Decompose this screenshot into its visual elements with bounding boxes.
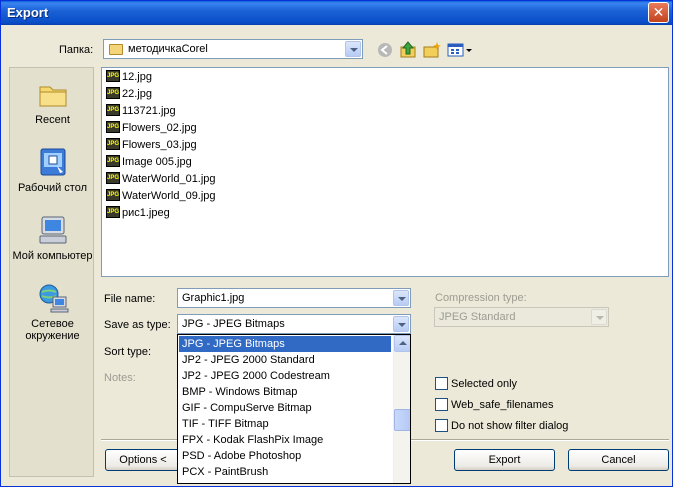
place-desktop[interactable]: Рабочий стол xyxy=(10,146,95,194)
selected-only-checkbox[interactable] xyxy=(435,377,448,390)
sort-type-label: Sort type: xyxy=(104,346,152,358)
list-item[interactable]: JPG Image 005.jpg xyxy=(106,155,192,172)
network-icon xyxy=(37,282,69,314)
place-my-computer[interactable]: Мой компьютер xyxy=(10,214,95,262)
list-item[interactable]: JPG 22.jpg xyxy=(106,87,152,104)
view-menu-icon[interactable] xyxy=(447,41,473,59)
save-as-type-dropdown[interactable]: JPG - JPEG Bitmaps JP2 - JPEG 2000 Stand… xyxy=(177,334,411,484)
selected-only-label: Selected only xyxy=(451,378,518,390)
jpg-file-icon: JPG xyxy=(106,70,120,83)
web-safe-filenames-label: Web_safe_filenames xyxy=(451,399,554,411)
place-recent[interactable]: Recent xyxy=(10,78,95,126)
jpg-file-icon: JPG xyxy=(106,104,120,117)
back-icon[interactable] xyxy=(376,41,396,59)
jpg-file-icon: JPG xyxy=(106,189,120,202)
jpg-file-icon: JPG xyxy=(106,155,120,168)
list-item[interactable]: JPG WaterWorld_09.jpg xyxy=(106,189,216,206)
dropdown-scrollbar[interactable] xyxy=(393,335,410,483)
places-bar: Recent Рабочий стол Мой компьютер Сетево… xyxy=(9,67,94,477)
type-option[interactable]: GIF - CompuServe Bitmap xyxy=(179,400,391,416)
window-title: Export xyxy=(7,5,49,20)
no-filter-dialog-checkbox[interactable] xyxy=(435,419,448,432)
chevron-down-icon[interactable] xyxy=(345,41,361,57)
my-computer-icon xyxy=(37,214,69,246)
save-as-type-value: JPG - JPEG Bitmaps xyxy=(182,318,285,330)
desktop-icon xyxy=(37,146,69,178)
cancel-button[interactable]: Cancel xyxy=(568,449,669,471)
jpg-file-icon: JPG xyxy=(106,138,120,151)
place-label: Сетевое окружение xyxy=(25,318,80,342)
folder-combo[interactable]: методичкаCorel xyxy=(103,39,363,59)
list-item[interactable]: JPG 113721.jpg xyxy=(106,104,176,121)
chevron-down-icon[interactable] xyxy=(393,290,409,306)
save-as-type-select[interactable]: JPG - JPEG Bitmaps xyxy=(177,314,411,334)
place-label: Мой компьютер xyxy=(12,250,93,262)
export-button[interactable]: Export xyxy=(454,449,555,471)
place-label: Recent xyxy=(35,114,70,126)
list-item[interactable]: JPG рис1.jpeg xyxy=(106,206,170,223)
compression-type-label: Compression type: xyxy=(435,292,527,304)
type-option[interactable]: JP2 - JPEG 2000 Standard xyxy=(179,352,391,368)
type-option[interactable]: JP2 - JPEG 2000 Codestream xyxy=(179,368,391,384)
export-dialog: Export ✕ Папка: методичкаCorel Recent Ра… xyxy=(0,0,673,487)
chevron-down-icon xyxy=(591,309,607,325)
type-option[interactable]: TIF - TIFF Bitmap xyxy=(179,416,391,432)
list-item[interactable]: JPG WaterWorld_01.jpg xyxy=(106,172,216,189)
file-name-label: File name: xyxy=(104,293,156,305)
new-folder-icon[interactable] xyxy=(422,41,442,59)
options-button[interactable]: Options < xyxy=(105,449,181,471)
jpg-file-icon: JPG xyxy=(106,206,120,219)
type-option[interactable]: JPG - JPEG Bitmaps xyxy=(179,336,391,352)
no-filter-dialog-label: Do not show filter dialog xyxy=(451,420,569,432)
list-item[interactable]: JPG 12.jpg xyxy=(106,70,152,87)
web-safe-filenames-checkbox[interactable] xyxy=(435,398,448,411)
close-button[interactable]: ✕ xyxy=(648,2,669,23)
compression-type-value: JPEG Standard xyxy=(439,311,516,323)
file-name-value: Graphic1.jpg xyxy=(182,292,245,304)
type-option[interactable]: PSD - Adobe Photoshop xyxy=(179,448,391,464)
type-option[interactable]: BMP - Windows Bitmap xyxy=(179,384,391,400)
list-item[interactable]: JPG Flowers_03.jpg xyxy=(106,138,197,155)
jpg-file-icon: JPG xyxy=(106,121,120,134)
notes-label: Notes: xyxy=(104,372,136,384)
place-label: Рабочий стол xyxy=(17,182,88,194)
title-bar[interactable]: Export ✕ xyxy=(1,1,672,25)
chevron-down-icon[interactable] xyxy=(393,316,409,332)
type-option[interactable]: FPX - Kodak FlashPix Image xyxy=(179,432,391,448)
scroll-up-arrow-icon[interactable] xyxy=(394,335,410,352)
save-as-type-label: Save as type: xyxy=(104,319,171,331)
recent-folder-icon xyxy=(37,78,69,110)
file-name-input[interactable]: Graphic1.jpg xyxy=(177,288,411,308)
type-option[interactable]: PCX - PaintBrush xyxy=(179,464,391,480)
jpg-file-icon: JPG xyxy=(106,172,120,185)
list-item[interactable]: JPG Flowers_02.jpg xyxy=(106,121,197,138)
folder-icon xyxy=(109,44,123,55)
scroll-thumb[interactable] xyxy=(394,409,410,431)
jpg-file-icon: JPG xyxy=(106,87,120,100)
up-folder-icon[interactable] xyxy=(399,41,419,59)
place-network[interactable]: Сетевое окружение xyxy=(10,282,95,342)
file-list[interactable]: JPG 12.jpg JPG 22.jpg JPG 113721.jpg JPG Flo… xyxy=(101,67,669,277)
current-folder: методичкаCorel xyxy=(128,43,208,55)
folder-label: Папка: xyxy=(59,44,94,56)
compression-type-select: JPEG Standard xyxy=(434,307,609,327)
